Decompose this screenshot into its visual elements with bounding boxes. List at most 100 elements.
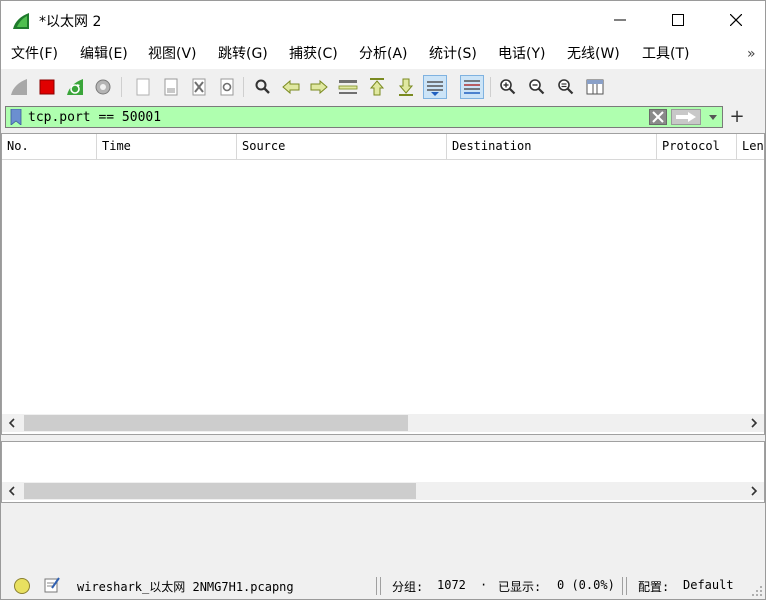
clear-filter-icon[interactable] — [649, 109, 667, 125]
close-icon — [730, 14, 742, 26]
chevron-left-icon — [8, 486, 15, 496]
chevron-left-icon — [8, 418, 15, 428]
filter-history-dropdown-icon[interactable] — [706, 109, 720, 125]
colorize-button[interactable] — [460, 75, 484, 99]
scroll-thumb[interactable] — [24, 483, 416, 499]
resize-grip-icon[interactable] — [751, 585, 763, 597]
last-packet-button[interactable] — [394, 75, 418, 99]
maximize-button[interactable] — [653, 1, 703, 39]
scroll-right-arrow[interactable] — [744, 482, 764, 500]
expert-info-led-icon[interactable] — [14, 578, 30, 594]
colorize-icon — [464, 80, 480, 94]
chevron-right-icon — [751, 486, 758, 496]
column-header-length[interactable]: Len — [737, 134, 764, 159]
bookmark-icon[interactable] — [10, 109, 22, 125]
menu-tools[interactable]: 工具(T) — [642, 39, 689, 69]
start-capture-icon — [11, 79, 27, 95]
go-forward-icon — [310, 79, 328, 95]
go-to-packet-button[interactable] — [336, 75, 360, 99]
column-header-destination[interactable]: Destination — [447, 134, 657, 159]
restart-capture-button[interactable] — [63, 75, 87, 99]
reload-file-button[interactable] — [215, 75, 239, 99]
menu-file[interactable]: 文件(F) — [11, 39, 58, 69]
packet-list-hscrollbar[interactable] — [2, 414, 764, 432]
column-header-time[interactable]: Time — [97, 134, 237, 159]
close-file-icon — [192, 78, 206, 96]
status-dot: · — [480, 578, 488, 592]
maximize-icon — [672, 14, 684, 26]
menu-analyze[interactable]: 分析(A) — [359, 39, 408, 69]
zoom-normal-button[interactable] — [554, 75, 578, 99]
column-header-no[interactable]: No. — [2, 134, 97, 159]
restart-capture-icon — [67, 79, 83, 95]
capture-comment-icon[interactable] — [43, 576, 61, 594]
main-toolbar — [1, 69, 765, 105]
displayed-count: 0 (0.0%) — [557, 578, 615, 592]
apply-filter-icon[interactable] — [671, 109, 701, 125]
find-packet-button[interactable] — [251, 75, 275, 99]
last-packet-icon — [398, 78, 414, 96]
menu-edit[interactable]: 编辑(E) — [80, 39, 128, 69]
minimize-button[interactable] — [595, 1, 645, 39]
menu-statistics[interactable]: 统计(S) — [429, 39, 477, 69]
wireshark-fin-icon — [13, 13, 29, 29]
scroll-left-arrow[interactable] — [2, 414, 22, 432]
title-bar: *以太网 2 — [1, 1, 765, 39]
column-header-protocol[interactable]: Protocol — [657, 134, 737, 159]
menu-bar: 文件(F) 编辑(E) 视图(V) 跳转(G) 捕获(C) 分析(A) 统计(S… — [1, 39, 765, 69]
capture-file-name: wireshark_以太网 2NMG7H1.pcapng — [77, 580, 294, 594]
scroll-thumb[interactable] — [24, 415, 408, 431]
menu-view[interactable]: 视图(V) — [148, 39, 197, 69]
go-back-button[interactable] — [279, 75, 303, 99]
status-separator — [376, 577, 381, 595]
autoscroll-button[interactable] — [423, 75, 447, 99]
open-file-icon — [136, 78, 150, 96]
toolbar-separator — [121, 77, 122, 97]
resize-columns-button[interactable] — [583, 75, 607, 99]
menu-wireless[interactable]: 无线(W) — [567, 39, 620, 69]
toolbar-separator — [490, 77, 491, 97]
go-back-icon — [282, 79, 300, 95]
stop-capture-button[interactable] — [35, 75, 59, 99]
scroll-right-arrow[interactable] — [744, 414, 764, 432]
go-forward-button[interactable] — [307, 75, 331, 99]
window-title: *以太网 2 — [39, 14, 102, 30]
menu-telephony[interactable]: 电话(Y) — [498, 39, 545, 69]
minimize-icon — [614, 19, 626, 21]
packet-details-pane — [1, 441, 765, 503]
first-packet-button[interactable] — [365, 75, 389, 99]
autoscroll-icon — [427, 81, 443, 96]
zoom-out-icon — [529, 79, 545, 95]
open-file-button[interactable] — [131, 75, 155, 99]
profile-label[interactable]: 配置: — [638, 578, 669, 595]
save-file-button[interactable] — [159, 75, 183, 99]
zoom-normal-icon — [558, 79, 574, 95]
profile-name[interactable]: Default — [683, 578, 734, 592]
menu-go[interactable]: 跳转(G) — [218, 39, 268, 69]
find-packet-icon — [255, 79, 270, 94]
display-filter-bar: + — [1, 105, 765, 131]
displayed-count-label: 已显示: — [498, 580, 542, 594]
close-file-button[interactable] — [187, 75, 211, 99]
capture-options-icon — [95, 79, 111, 95]
menu-capture[interactable]: 捕获(C) — [289, 39, 338, 69]
capture-options-button[interactable] — [91, 75, 115, 99]
resize-columns-icon — [586, 79, 604, 95]
packet-list: No. Time Source Destination Protocol Len — [1, 133, 765, 435]
go-to-packet-icon — [338, 80, 358, 94]
status-separator — [622, 577, 627, 595]
start-capture-button[interactable] — [7, 75, 31, 99]
stop-capture-icon — [39, 79, 55, 95]
display-filter-input[interactable] — [28, 108, 628, 126]
packets-count: 1072 — [437, 578, 466, 592]
status-bar: wireshark_以太网 2NMG7H1.pcapng 分组: 1072 · … — [1, 573, 765, 599]
close-button[interactable] — [711, 1, 761, 39]
column-header-source[interactable]: Source — [237, 134, 447, 159]
scroll-left-arrow[interactable] — [2, 482, 22, 500]
toolbar-separator — [243, 77, 244, 97]
zoom-out-button[interactable] — [525, 75, 549, 99]
menu-overflow-chevron[interactable]: » — [747, 39, 756, 69]
add-filter-button-icon[interactable]: + — [729, 107, 745, 127]
details-hscrollbar[interactable] — [2, 482, 764, 500]
zoom-in-button[interactable] — [496, 75, 520, 99]
